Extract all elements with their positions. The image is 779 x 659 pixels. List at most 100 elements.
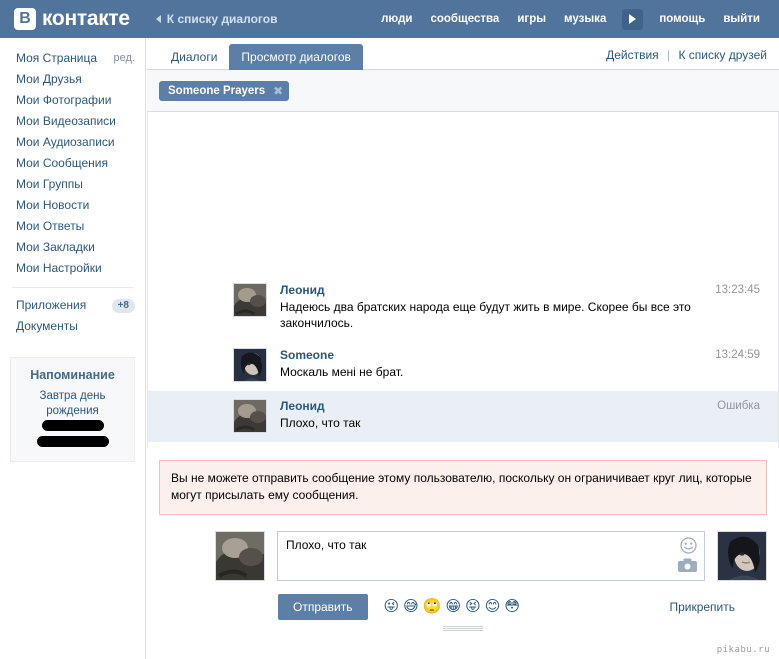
message-author[interactable]: Someone (280, 348, 696, 363)
tab-view-dialogs[interactable]: Просмотр диалогов (229, 44, 363, 70)
smiley-icon[interactable] (680, 537, 697, 557)
sender-avatar (215, 531, 265, 581)
edit-link[interactable]: ред. (114, 48, 135, 69)
sidebar-item-label: Мои Настройки (16, 258, 102, 279)
resize-grip[interactable] (443, 626, 483, 632)
message-author[interactable]: Леонид (280, 399, 696, 414)
sidebar-item-label: Документы (16, 316, 78, 337)
table-row[interactable]: Леонид Плохо, что так Ошибка (148, 391, 778, 442)
sidebar-item-documents[interactable]: Документы (0, 316, 145, 337)
sidebar-item-bookmarks[interactable]: Мои Закладки (0, 237, 145, 258)
sidebar-item-label: Мои Группы (16, 174, 83, 195)
nav-help[interactable]: помощь (659, 13, 705, 25)
recipient-avatar (717, 531, 767, 581)
tab-dialogs[interactable]: Диалоги (159, 44, 229, 70)
restriction-warning: Вы не можете отправить сообщение этому п… (159, 460, 767, 515)
back-link-label: К списку диалогов (167, 12, 278, 26)
sidebar-item-label: Мои Фотографии (16, 90, 111, 111)
camera-icon[interactable] (678, 558, 697, 575)
sidebar-item-audios[interactable]: Мои Аудиозаписи (0, 132, 145, 153)
message-text: Плохо, что так (280, 415, 696, 431)
sidebar-item-answers[interactable]: Мои Ответы (0, 216, 145, 237)
attach-link[interactable]: Прикрепить (669, 600, 735, 614)
nav-games[interactable]: игры (517, 13, 546, 25)
redacted-name-part2 (37, 436, 109, 447)
logo-badge: В (14, 8, 36, 30)
avatar[interactable] (233, 283, 267, 317)
left-sidebar: Моя Страница ред. Мои Друзья Мои Фотогра… (0, 38, 146, 659)
tab-bar: Диалоги Просмотр диалогов Действия | К с… (147, 38, 779, 70)
message-author[interactable]: Леонид (280, 283, 696, 298)
top-header: В контакте К списку диалогов люди сообще… (0, 0, 779, 38)
emoji-sweat-smile[interactable]: 😅 (403, 599, 419, 615)
reminder-title: Напоминание (19, 368, 126, 382)
nav-people[interactable]: люди (381, 13, 412, 25)
sidebar-item-news[interactable]: Мои Новости (0, 195, 145, 216)
chip-someone-prayers[interactable]: Someone Prayers ✖ (159, 81, 289, 101)
compose-actions: Отправить 😜 😅 🙄 😁 😝 😊 😳 Прикрепить (159, 594, 767, 620)
emoji-rolling-eyes[interactable]: 🙄 (423, 599, 442, 615)
table-row[interactable]: Someone Москаль мені не брат. 13:24:59 (148, 340, 778, 391)
sidebar-divider (12, 287, 133, 288)
actions-link[interactable]: Действия (606, 48, 659, 62)
nav-communities[interactable]: сообщества (430, 13, 499, 25)
play-triangle-icon[interactable] (622, 9, 643, 30)
sidebar-item-friends[interactable]: Мои Друзья (0, 69, 145, 90)
sidebar-item-label: Приложения (16, 295, 86, 316)
vk-logo[interactable]: В контакте (14, 8, 130, 30)
message-body: Леонид Плохо, что так (280, 399, 766, 433)
emoji-grinning[interactable]: 😁 (445, 599, 461, 615)
close-icon[interactable]: ✖ (273, 86, 283, 96)
reminder-line1: Завтра день (40, 390, 106, 402)
message-input-box[interactable]: Плохо, что так (277, 531, 705, 581)
sidebar-item-label: Мои Видеозаписи (16, 111, 116, 132)
status-badge: Ошибка (717, 400, 760, 412)
reminder-block: Напоминание Завтра день рождения (10, 357, 135, 462)
tab-bar-actions: Действия | К списку друзей (606, 48, 767, 62)
message-input[interactable]: Плохо, что так (278, 532, 704, 559)
chip-label: Someone Prayers (168, 85, 265, 97)
avatar[interactable] (233, 399, 267, 433)
send-button[interactable]: Отправить (278, 594, 368, 620)
sidebar-item-messages[interactable]: Мои Сообщения (0, 153, 145, 174)
reminder-line2: рождения (46, 405, 98, 417)
reminder-text: Завтра день рождения (19, 389, 126, 449)
sidebar-item-videos[interactable]: Мои Видеозаписи (0, 111, 145, 132)
back-to-dialogs-link[interactable]: К списку диалогов (156, 12, 278, 26)
filter-chip-bar: Someone Prayers ✖ (147, 70, 779, 112)
table-row[interactable]: Леонид Надеюсь два братских народа еще б… (148, 275, 778, 340)
emoji-squinting-tongue[interactable]: 😝 (465, 599, 481, 615)
emoji-flushed[interactable]: 😳 (504, 599, 520, 615)
message-text: Москаль мені не брат. (280, 364, 696, 380)
logo-text: контакте (42, 8, 130, 30)
message-time: 13:23:45 (715, 284, 760, 296)
sidebar-item-label: Мои Ответы (16, 216, 84, 237)
nav-music[interactable]: музыка (564, 13, 606, 25)
sidebar-item-label: Мои Новости (16, 195, 89, 216)
compose-row: Плохо, что так (159, 531, 767, 581)
warning-wrapper: Вы не можете отправить сообщение этому п… (147, 448, 779, 515)
sidebar-item-my-page[interactable]: Моя Страница ред. (0, 48, 145, 69)
sidebar-item-photos[interactable]: Мои Фотографии (0, 90, 145, 111)
top-nav: люди сообщества игры музыка помощь выйти (372, 0, 779, 38)
sidebar-item-label: Мои Закладки (16, 237, 95, 258)
nav-logout[interactable]: выйти (723, 13, 760, 25)
links-divider: | (667, 48, 670, 62)
friends-list-link[interactable]: К списку друзей (678, 48, 767, 62)
emoji-winking-tongue[interactable]: 😜 (384, 599, 400, 615)
sidebar-item-settings[interactable]: Мои Настройки (0, 258, 145, 279)
emoji-smiling[interactable]: 😊 (485, 599, 501, 615)
message-body: Леонид Надеюсь два братских народа еще б… (280, 283, 766, 331)
sidebar-item-apps[interactable]: Приложения +8 (0, 295, 145, 316)
apps-count-badge: +8 (112, 299, 135, 313)
sidebar-item-label: Моя Страница (16, 48, 97, 69)
sidebar-item-label: Мои Аудиозаписи (16, 132, 115, 153)
messages-list: Леонид Надеюсь два братских народа еще б… (148, 275, 778, 448)
avatar[interactable] (233, 348, 267, 382)
messages-panel: Леонид Надеюсь два братских народа еще б… (147, 112, 779, 448)
back-arrow-icon (156, 15, 161, 23)
vk-page: В контакте К списку диалогов люди сообще… (0, 0, 779, 659)
sidebar-item-groups[interactable]: Мои Группы (0, 174, 145, 195)
message-body: Someone Москаль мені не брат. (280, 348, 766, 382)
sidebar-item-label: Мои Сообщения (16, 153, 108, 174)
